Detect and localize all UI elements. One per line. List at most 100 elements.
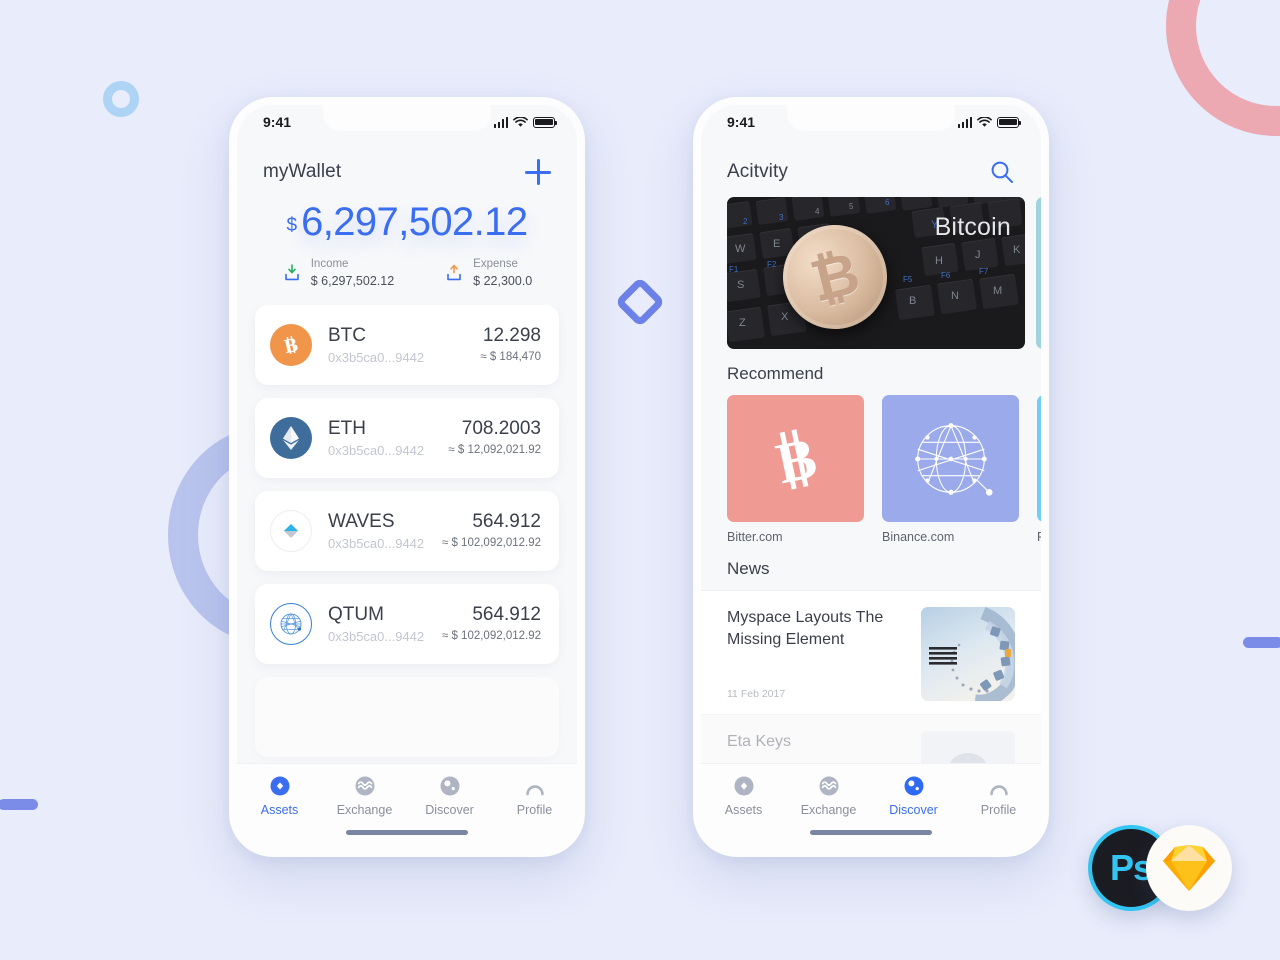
- table-row[interactable]: WAVES 0x3b5ca0...9442 564.912 ≈ $ 102,09…: [255, 491, 559, 572]
- tab-bar: Assets Exchange Discover Profile: [237, 763, 577, 849]
- recommend-carousel[interactable]: B Bitter.com Binance.com: [701, 395, 1041, 544]
- list-item[interactable]: Myspace Layouts The Missing Element 11 F…: [701, 590, 1041, 714]
- table-row[interactable]: B BTC 0x3b5ca0...9442 12.298 ≈ $ 184,470: [255, 305, 559, 386]
- tab-label: Profile: [980, 803, 1017, 817]
- hero-card-next[interactable]: [1036, 197, 1041, 349]
- asset-symbol: ETH: [328, 417, 366, 439]
- list-item[interactable]: Eta Keys: [701, 714, 1041, 763]
- phone-wallet: 9:41 myWallet $ 6,297,502.12 Income $ 6,…: [229, 97, 585, 857]
- news-list: Myspace Layouts The Missing Element 11 F…: [701, 590, 1041, 763]
- signal-icon: [493, 116, 508, 128]
- battery-icon: [533, 116, 557, 128]
- tab-label: Assets: [260, 803, 299, 817]
- sketch-diamond-icon: [1163, 845, 1215, 891]
- profile-icon: [525, 785, 544, 796]
- tab-discover[interactable]: Discover: [412, 775, 488, 817]
- tab-label: Discover: [889, 803, 938, 817]
- tab-assets[interactable]: Assets: [706, 775, 782, 817]
- diamond-decoration: [614, 276, 666, 328]
- tab-label: Exchange: [336, 803, 393, 817]
- list-item[interactable]: Binance.com: [882, 395, 1019, 544]
- page-title: myWallet: [263, 161, 342, 182]
- tab-assets[interactable]: Assets: [242, 775, 318, 817]
- table-row[interactable]: QTUM 0x3b5ca0...9442 564.912 ≈ $ 102,092…: [255, 584, 559, 665]
- wallet-header: myWallet: [237, 139, 577, 193]
- balance-section: $ 6,297,502.12 Income $ 6,297,502.12 Exp…: [237, 193, 577, 291]
- battery-icon: [997, 116, 1021, 128]
- signal-icon: [957, 116, 972, 128]
- sketch-badge: [1146, 825, 1232, 911]
- asset-fiat-value: ≈ $ 12,092,021.92: [448, 444, 541, 457]
- asset-amount: 12.298: [482, 325, 541, 347]
- income-stat: Income $ 6,297,502.12: [282, 257, 394, 289]
- status-time: 9:41: [263, 114, 292, 130]
- balance-amount: 6,297,502.12: [301, 200, 528, 244]
- wifi-icon: [513, 116, 528, 127]
- asset-address: 0x3b5ca0...9442: [328, 535, 425, 551]
- income-label: Income: [310, 258, 349, 270]
- add-wallet-button[interactable]: [525, 159, 551, 185]
- list-item-label: Bitter.com: [727, 530, 783, 544]
- portrait-thumb: [921, 731, 1015, 763]
- asset-address: 0x3b5ca0...9442: [328, 349, 425, 365]
- income-icon: [284, 264, 299, 281]
- asset-symbol: QTUM: [328, 603, 384, 625]
- hero-caption: Bitcoin: [934, 213, 1011, 241]
- news-title: Eta Keys: [727, 733, 792, 750]
- asset-address: 0x3b5ca0...9442: [328, 628, 425, 644]
- discover-screen: 9:41 Acitvity 2 3 4 5 6 W E Y S H J K Z …: [701, 105, 1041, 849]
- tab-discover[interactable]: Discover: [876, 775, 952, 817]
- tab-label: Exchange: [800, 803, 857, 817]
- asset-symbol: WAVES: [328, 510, 395, 532]
- assets-icon: [270, 776, 289, 796]
- qtum-coin-icon: [270, 603, 312, 646]
- discover-body: 2 3 4 5 6 W E Y S H J K Z X B N M F1 F2 …: [701, 193, 1041, 763]
- list-item-label: Polonie: [1037, 530, 1041, 544]
- list-item-label: Binance.com: [882, 530, 955, 544]
- status-time: 9:41: [727, 114, 756, 130]
- list-item[interactable]: Polonie: [1037, 395, 1041, 544]
- asset-fiat-value: ≈ $ 102,092,012.92: [441, 630, 541, 643]
- phone-discover: 9:41 Acitvity 2 3 4 5 6 W E Y S H J K Z …: [693, 97, 1049, 857]
- expense-label: Expense: [473, 258, 518, 270]
- status-bar: 9:41: [237, 105, 577, 139]
- sparkle-glyph-icon: [1037, 395, 1041, 522]
- profile-icon: [989, 785, 1008, 796]
- home-indicator: [810, 830, 932, 835]
- exchange-icon: [819, 776, 838, 796]
- network-glyph-icon: [882, 395, 1019, 522]
- tab-profile[interactable]: Profile: [497, 775, 573, 817]
- asset-amount: 564.912: [472, 604, 541, 626]
- hero-card-bitcoin[interactable]: 2 3 4 5 6 W E Y S H J K Z X B N M F1 F2 …: [727, 197, 1025, 349]
- assets-icon: [734, 776, 753, 796]
- search-icon[interactable]: [989, 159, 1015, 185]
- tab-bar: Assets Exchange Discover Profile: [701, 763, 1041, 849]
- exchange-icon: [355, 776, 374, 796]
- tab-exchange[interactable]: Exchange: [327, 775, 403, 817]
- asset-symbol: BTC: [328, 324, 366, 346]
- arc-decoration-pink: [1166, 0, 1280, 136]
- tab-exchange[interactable]: Exchange: [791, 775, 867, 817]
- tab-label: Profile: [516, 803, 553, 817]
- wifi-icon: [977, 116, 992, 127]
- bar-decoration-left: [0, 799, 38, 810]
- btc-coin-icon: B: [270, 324, 312, 367]
- wallet-screen: 9:41 myWallet $ 6,297,502.12 Income $ 6,…: [237, 105, 577, 849]
- bar-decoration-right: [1243, 637, 1280, 648]
- table-row-partial[interactable]: [255, 677, 559, 758]
- page-title: Acitvity: [727, 161, 788, 182]
- hero-carousel[interactable]: 2 3 4 5 6 W E Y S H J K Z X B N M F1 F2 …: [701, 197, 1041, 349]
- asset-amount: 708.2003: [461, 418, 541, 440]
- asset-list: B BTC 0x3b5ca0...9442 12.298 ≈ $ 184,470: [237, 305, 577, 763]
- discover-header: Acitvity: [701, 139, 1041, 193]
- tab-profile[interactable]: Profile: [961, 775, 1037, 817]
- status-bar: 9:41: [701, 105, 1041, 139]
- asset-amount: 564.912: [472, 511, 541, 533]
- home-indicator: [346, 830, 468, 835]
- expense-value: $ 22,300.0: [473, 273, 533, 288]
- list-item[interactable]: B Bitter.com: [727, 395, 864, 544]
- asset-fiat-value: ≈ $ 184,470: [480, 351, 541, 364]
- table-row[interactable]: ETH 0x3b5ca0...9442 708.2003 ≈ $ 12,092,…: [255, 398, 559, 479]
- discover-icon: [904, 776, 923, 796]
- section-title-recommend: Recommend: [727, 364, 824, 383]
